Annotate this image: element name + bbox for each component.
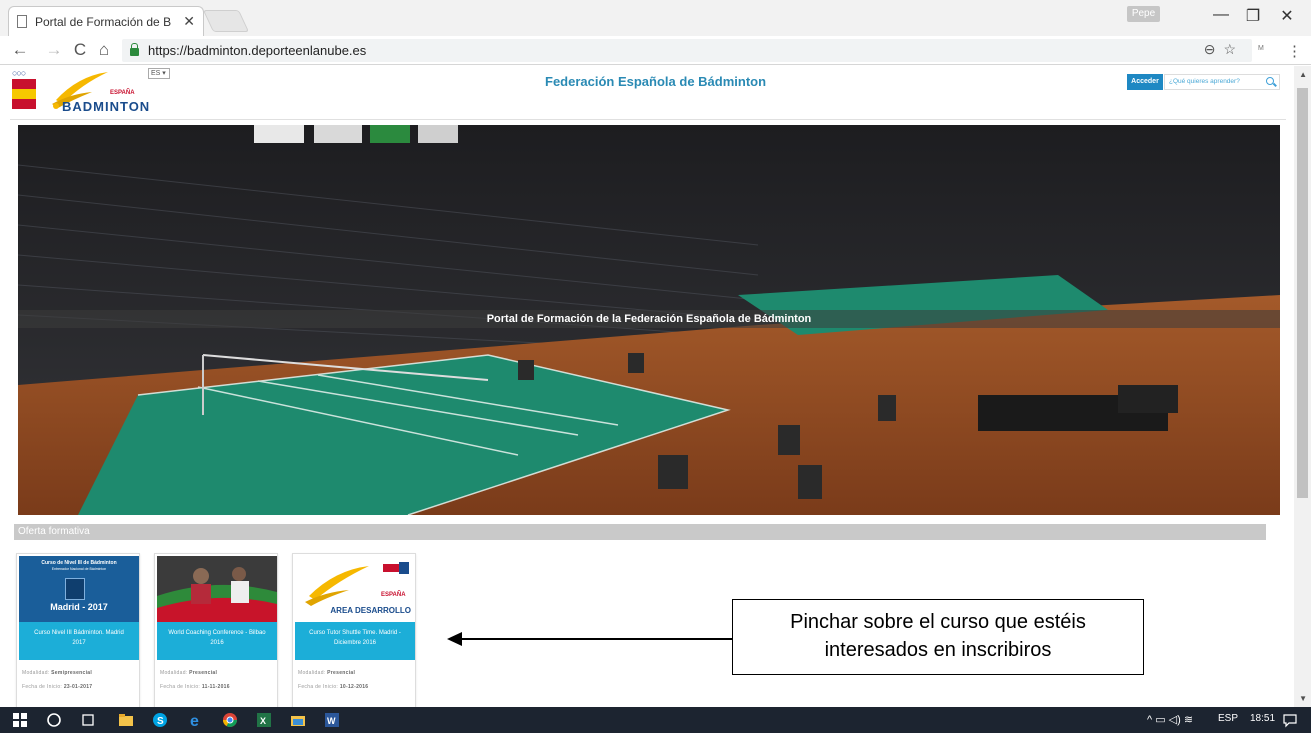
course-card[interactable]: ESPAÑA AREA DESARROLLO Curso Tutor Shutt… — [292, 553, 416, 707]
restore-button[interactable]: ❐ — [1240, 6, 1266, 28]
course-thumbnail[interactable]: ESPAÑA AREA DESARROLLO — [295, 556, 415, 622]
search-input[interactable]: ¿Qué quieres aprender? — [1164, 74, 1280, 90]
section-header: Oferta formativa — [14, 524, 1266, 540]
course-fecha: Fecha de Inicio: 11-11-2016 — [160, 684, 230, 690]
svg-text:e: e — [190, 713, 199, 728]
url-text: https://badminton.deporteenlanube.es — [148, 43, 367, 58]
tab-title: Portal de Formación de B — [35, 14, 172, 29]
course-fecha: Fecha de Inicio: 23-01-2017 — [22, 684, 93, 690]
course-thumbnail[interactable]: Curso de Nivel III de Bádminton Entrenad… — [19, 556, 139, 622]
course-modalidad: Modalidad: Presencial — [160, 670, 218, 676]
login-button[interactable]: Acceder — [1127, 74, 1163, 90]
file-explorer-icon[interactable] — [118, 712, 134, 728]
logo-text: BADMINTON — [62, 99, 151, 114]
forward-button[interactable]: → — [44, 40, 64, 60]
search-placeholder: ¿Qué quieres aprender? — [1169, 78, 1240, 85]
federation-flag-logo[interactable]: ○○○ — [12, 68, 36, 110]
course-modalidad: Modalidad: Semipresencial — [22, 670, 93, 676]
action-center-icon[interactable] — [1282, 712, 1298, 728]
extension-icon[interactable]: M — [1258, 45, 1274, 57]
olympic-rings-icon: ○○○ — [12, 68, 26, 78]
windows-start-icon[interactable] — [12, 712, 28, 728]
browser-menu-icon[interactable]: ⋮ — [1287, 42, 1302, 60]
thumb-line2: Entrenador Nacional de Bádminton — [51, 567, 107, 571]
course-thumbnail[interactable] — [157, 556, 277, 622]
annotation-line2: interesados en inscribiros — [824, 639, 1052, 661]
system-tray-icons[interactable]: ^ ▭ ◁) ≋ — [1147, 713, 1193, 726]
course-title[interactable]: Curso Tutor Shuttle Time. Madrid - Dicie… — [295, 622, 415, 660]
scroll-thumb[interactable] — [1297, 88, 1308, 498]
browser-titlebar: Portal de Formación de B ✕ Pepe — ❐ ✕ — [0, 0, 1311, 36]
minimize-button[interactable]: — — [1208, 6, 1234, 28]
hero-banner: Portal de Formación de la Federación Esp… — [18, 125, 1280, 515]
course-title[interactable]: Curso Nivel III Bádminton. Madrid 2017 — [19, 622, 139, 660]
thumb-line2: AREA DESARROLLO — [330, 606, 411, 615]
logo-espana-text: ESPAÑA — [110, 90, 135, 96]
annotation-line1: Pinchar sobre el curso que estéis — [790, 611, 1086, 633]
reload-button[interactable]: C — [70, 40, 90, 60]
thumb-line1: Curso de Nivel III de Bádminton — [41, 560, 117, 566]
thumb-line1: ESPAÑA — [381, 592, 406, 598]
svg-text:W: W — [327, 716, 336, 726]
address-bar[interactable]: https://badminton.deporteenlanube.es ⊖☆ — [122, 39, 1252, 62]
windows-taskbar: S e X W ^ ▭ ◁) ≋ ESP 18:51 — [0, 707, 1311, 733]
course-fecha: Fecha de Inicio: 10-12-2016 — [298, 684, 369, 690]
header-divider — [10, 119, 1286, 120]
course-card[interactable]: Curso de Nivel III de Bádminton Entrenad… — [16, 553, 140, 707]
scroll-down-icon[interactable]: ▼ — [1299, 694, 1307, 703]
task-view-icon[interactable] — [80, 712, 96, 728]
cortana-search-icon[interactable] — [46, 712, 62, 728]
svg-text:X: X — [260, 716, 266, 726]
site-title: Federación Española de Bádminton — [545, 74, 767, 89]
home-button[interactable]: ⌂ — [94, 40, 114, 60]
word-icon[interactable]: W — [324, 712, 340, 728]
chrome-icon[interactable] — [222, 712, 238, 728]
back-button[interactable]: ← — [10, 40, 30, 60]
language-select[interactable]: ES ▾ — [148, 68, 170, 79]
hero-caption: Portal de Formación de la Federación Esp… — [18, 310, 1280, 328]
close-tab-icon[interactable]: ✕ — [183, 13, 195, 30]
page-scrollbar[interactable]: ▲ ▼ — [1294, 66, 1311, 707]
browser-tab[interactable]: Portal de Formación de B ✕ — [8, 6, 204, 36]
search-icon[interactable] — [1266, 77, 1274, 85]
excel-icon[interactable]: X — [256, 712, 272, 728]
new-tab-button[interactable] — [202, 10, 250, 32]
annotation-arrow-head — [447, 632, 462, 646]
scroll-up-icon[interactable]: ▲ — [1299, 70, 1307, 79]
page-icon — [17, 15, 27, 28]
annotation-callout: Pinchar sobre el curso que estéis intere… — [732, 599, 1144, 675]
close-window-button[interactable]: ✕ — [1274, 6, 1300, 28]
coaching-photo — [157, 556, 277, 622]
browser-toolbar: ← → C ⌂ https://badminton.deporteenlanub… — [0, 36, 1311, 65]
page-viewport: ○○○ ESPAÑA BADMINTON ES ▾ Federación Esp… — [0, 66, 1311, 707]
svg-text:S: S — [157, 716, 164, 727]
annotation-arrow — [461, 638, 732, 640]
shuttle-logo-icon — [65, 578, 85, 600]
folder-icon[interactable] — [290, 712, 306, 728]
course-title[interactable]: World Coaching Conference - Bilbao 2016 — [157, 622, 277, 660]
lock-icon — [130, 42, 139, 56]
course-card[interactable]: World Coaching Conference - Bilbao 2016 … — [154, 553, 278, 707]
course-modalidad: Modalidad: Presencial — [298, 670, 356, 676]
zoom-and-bookmark-icons[interactable]: ⊖☆ — [1204, 41, 1244, 58]
skype-icon[interactable]: S — [152, 712, 168, 728]
input-language[interactable]: ESP — [1218, 713, 1238, 724]
thumb-line3: Madrid - 2017 — [50, 602, 108, 612]
site-header: ○○○ ESPAÑA BADMINTON ES ▾ Federación Esp… — [0, 66, 1294, 118]
section-title: Oferta formativa — [18, 526, 90, 537]
edge-icon[interactable]: e — [188, 712, 204, 728]
clock[interactable]: 18:51 — [1250, 713, 1275, 724]
profile-button[interactable]: Pepe — [1127, 6, 1160, 22]
